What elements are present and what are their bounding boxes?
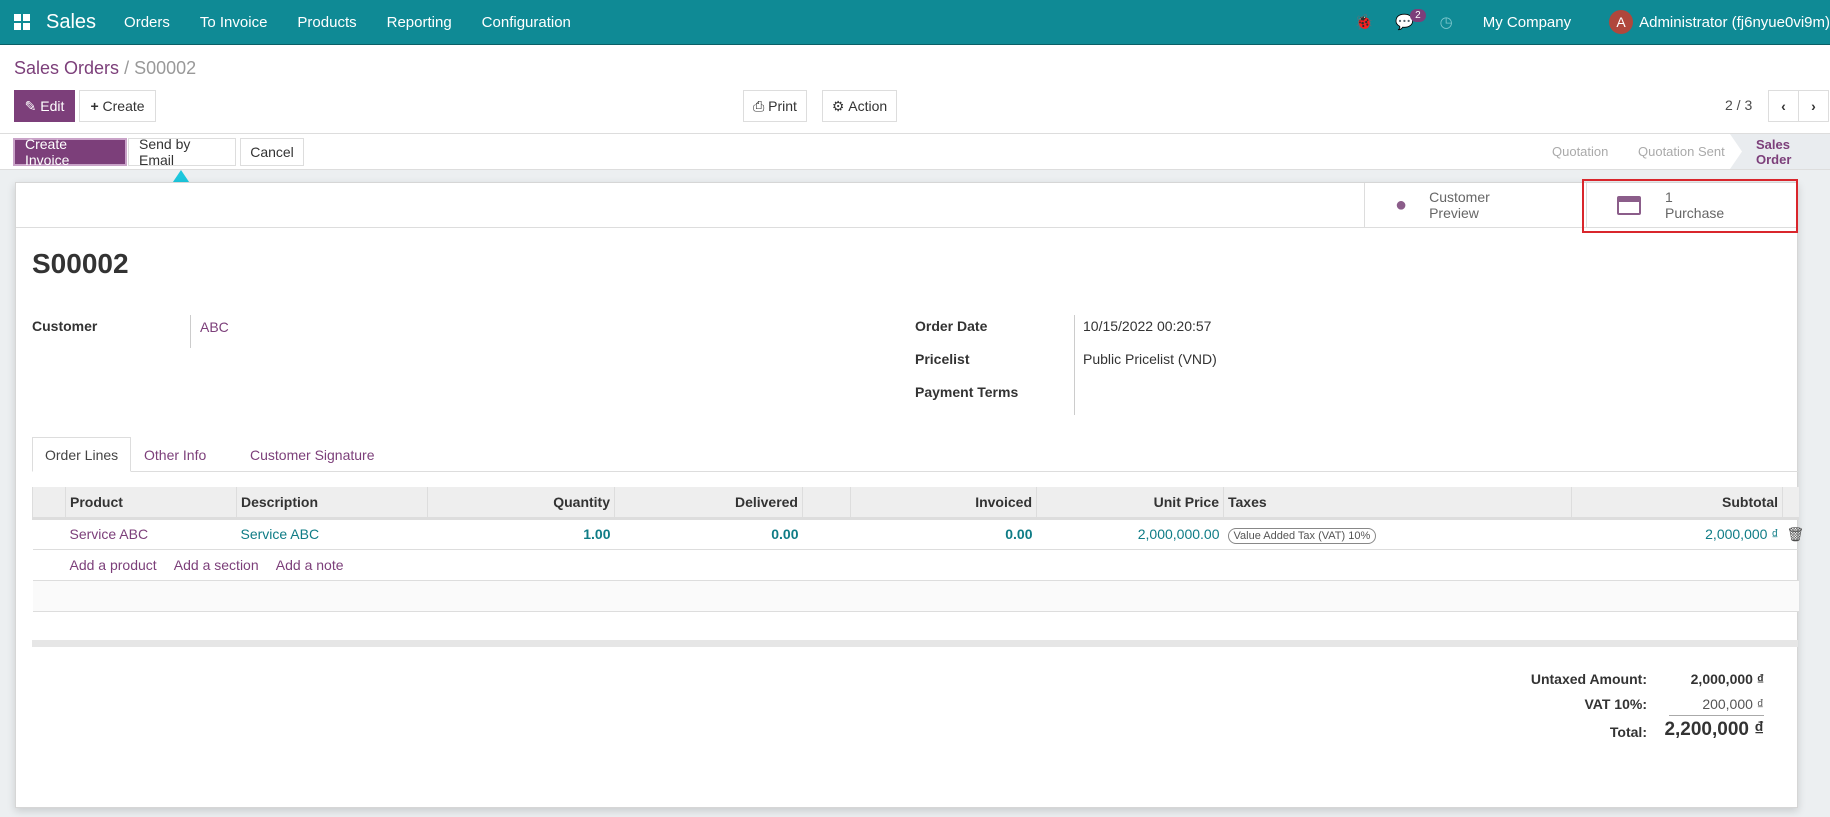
pager-value: 2 / 3 [1725,97,1753,113]
cell-description[interactable]: Service ABC [236,518,428,550]
button-box: ● Customer Preview 1 Purchase [16,183,1797,228]
menu-reporting[interactable]: Reporting [387,14,452,31]
print-label: Print [768,98,797,114]
menu-configuration[interactable]: Configuration [482,14,571,31]
preview-line2: Preview [1429,205,1479,221]
breadcrumb-current: S00002 [134,58,197,78]
handle-header [32,487,66,520]
avatar[interactable]: A [1609,10,1634,34]
customer-value[interactable]: ABC [200,319,229,335]
total-divider [1669,715,1764,716]
trash-icon[interactable]: 🗑 [1782,518,1804,550]
highlight-box [1582,179,1798,233]
payment-terms-label: Payment Terms [915,384,1019,400]
cell-product[interactable]: Service ABC [65,518,237,550]
add-note-link[interactable]: Add a note [276,557,344,573]
table-footer-bar [32,640,1798,647]
tab-customer-signature[interactable]: Customer Signature [238,437,387,472]
pager-next-button[interactable]: › [1798,90,1829,122]
company-switcher[interactable]: My Company [1483,14,1571,31]
breadcrumb-sales-orders[interactable]: Sales Orders [14,58,119,78]
activity-clock-icon[interactable]: ◷ [1440,13,1453,31]
create-button[interactable]: + Create [79,90,156,122]
apps-menu-icon[interactable] [14,14,30,30]
add-product-link[interactable]: Add a product [70,557,157,573]
globe-icon: ● [1395,194,1408,216]
create-invoice-button[interactable]: Create Invoice [13,136,127,168]
add-line-row: Add a product Add a section Add a note [32,549,1799,581]
col-description[interactable]: Description [236,487,428,520]
cell-invoiced[interactable]: 0.00 [850,518,1037,550]
order-date-label: Order Date [915,318,988,334]
status-bar: Create Invoice Send by Email Cancel Quot… [0,133,1830,170]
menu-orders[interactable]: Orders [124,14,170,31]
untaxed-label: Untaxed Amount: [1530,671,1647,687]
breadcrumb-separator: / [124,58,130,78]
pricelist-value: Public Pricelist (VND) [1083,351,1217,367]
notebook-tabs: Order Lines Other Info Customer Signatur… [32,437,1798,472]
action-label: Action [848,98,888,114]
pricelist-label: Pricelist [915,351,970,367]
preview-line1: Customer [1429,189,1490,205]
cell-subtotal: 2,000,000 ₫ [1571,518,1783,550]
form-sheet: ● Customer Preview 1 Purchase S00002 Custo… [15,179,1804,808]
col-taxes[interactable]: Taxes [1223,487,1572,520]
tab-order-lines[interactable]: Order Lines [32,437,132,472]
send-by-email-button[interactable]: Send by Email [128,136,236,168]
cell-delivered[interactable]: 0.00 [614,518,803,550]
untaxed-value: 2,000,000 ₫ [1690,671,1764,687]
user-menu[interactable]: Administrator (fj6nyue0vi9m) [1639,14,1830,31]
field-divider [190,315,191,348]
add-section-link[interactable]: Add a section [174,557,259,573]
tab-other-info[interactable]: Other Info [132,437,218,472]
col-subtotal[interactable]: Subtotal [1571,487,1783,520]
vat-label: VAT 10%: [1584,696,1648,712]
col-invoiced[interactable]: Invoiced [850,487,1037,520]
col-trash [1782,487,1799,520]
pager-previous-button[interactable]: ‹ [1768,90,1799,122]
messages-badge: 2 [1410,8,1426,22]
cell-quantity[interactable]: 1.00 [427,518,615,550]
action-button[interactable]: ⚙ Action [822,90,897,122]
stage-sales-order: Sales Order [1730,134,1830,169]
col-product[interactable]: Product [65,487,237,520]
order-title: S00002 [32,248,129,279]
order-lines-table: Product Description Quantity Delivered I… [32,487,1804,612]
app-name[interactable]: Sales [46,11,96,34]
col-quantity[interactable]: Quantity [427,487,615,520]
customer-label: Customer [32,318,98,334]
create-label: Create [102,98,145,114]
col-unit-price[interactable]: Unit Price [1036,487,1224,520]
customer-preview-button[interactable]: ● Customer Preview [1364,183,1586,227]
cancel-button[interactable]: Cancel [240,138,304,166]
empty-row [32,580,1799,612]
debug-bug-icon[interactable]: 🐞 [1355,13,1374,31]
cell-taxes[interactable]: Value Added Tax (VAT) 10% [1223,518,1572,550]
cell-unit-price[interactable]: 2,000,000.00 [1036,518,1224,550]
total-label: Total: [1609,724,1647,740]
edit-button[interactable]: ✎ Edit [14,90,75,122]
table-row[interactable]: Service ABC Service ABC 1.00 0.00 0.00 2… [32,518,1804,550]
stage-quotation: Quotation [1552,144,1609,159]
top-navbar: Sales Orders To Invoice Products Reporti… [0,0,1830,45]
vat-value: 200,000 ₫ [1702,696,1764,712]
tax-tag: Value Added Tax (VAT) 10% [1227,528,1377,544]
col-blank [802,487,851,520]
field-divider [1074,315,1075,415]
print-button[interactable]: ⎙ Print [743,90,807,122]
gear-icon: ⚙ [831,97,845,114]
order-date-value: 10/15/2022 00:20:57 [1083,318,1212,334]
total-value: 2,200,000 ₫ [1664,719,1764,740]
table-header: Product Description Quantity Delivered I… [32,487,1799,520]
menu-products[interactable]: Products [297,14,356,31]
stage-quotation-sent: Quotation Sent [1638,144,1725,159]
menu-to-invoice[interactable]: To Invoice [200,14,268,31]
print-icon: ⎙ [753,97,765,114]
breadcrumb: Sales Orders / S00002 [14,58,196,79]
edit-label: Edit [40,98,65,114]
col-delivered[interactable]: Delivered [614,487,803,520]
